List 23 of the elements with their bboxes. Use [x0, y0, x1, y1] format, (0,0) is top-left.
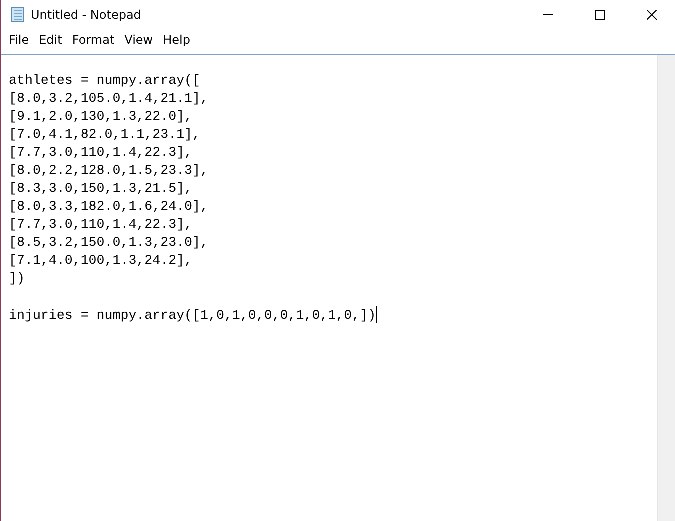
maximize-icon [595, 10, 605, 20]
code-line: [8.0,3.3,182.0,1.6,24.0], [9, 198, 208, 216]
code-line: ]) [9, 270, 25, 288]
code-line: athletes = numpy.array([ [9, 72, 201, 90]
notepad-icon [11, 7, 25, 23]
menu-item[interactable]: Format [67, 33, 120, 47]
code-line: [7.1,4.0,100,1.3,24.2], [9, 252, 193, 270]
menu-item[interactable]: File [4, 33, 34, 47]
scrollbar[interactable] [657, 55, 675, 521]
window-title: Untitled - Notepad [31, 8, 142, 22]
code-line: [8.0,3.2,105.0,1.4,21.1], [9, 90, 208, 108]
close-icon [647, 10, 657, 20]
code-line: [8.5,3.2,150.0,1.3,23.0], [9, 234, 208, 252]
code-line: [7.0,4.1,82.0,1.1,23.1], [9, 126, 201, 144]
menu-item[interactable]: View [120, 33, 158, 47]
code-line: [8.0,2.2,128.0,1.5,23.3], [9, 162, 208, 180]
code-line: injuries = numpy.array([1,0,1,0,0,0,1,0,1,0,]) [9, 306, 378, 325]
code-line: [7.7,3.0,110,1.4,22.3], [9, 144, 193, 162]
code-line: [9.1,2.0,130,1.3,22.0], [9, 108, 193, 126]
menu-item[interactable]: Edit [34, 33, 68, 47]
code-line: [7.7,3.0,110,1.4,22.3], [9, 216, 193, 234]
menu-item[interactable]: Help [158, 33, 196, 47]
code-line: [8.3,3.0,150,1.3,21.5], [9, 180, 193, 198]
